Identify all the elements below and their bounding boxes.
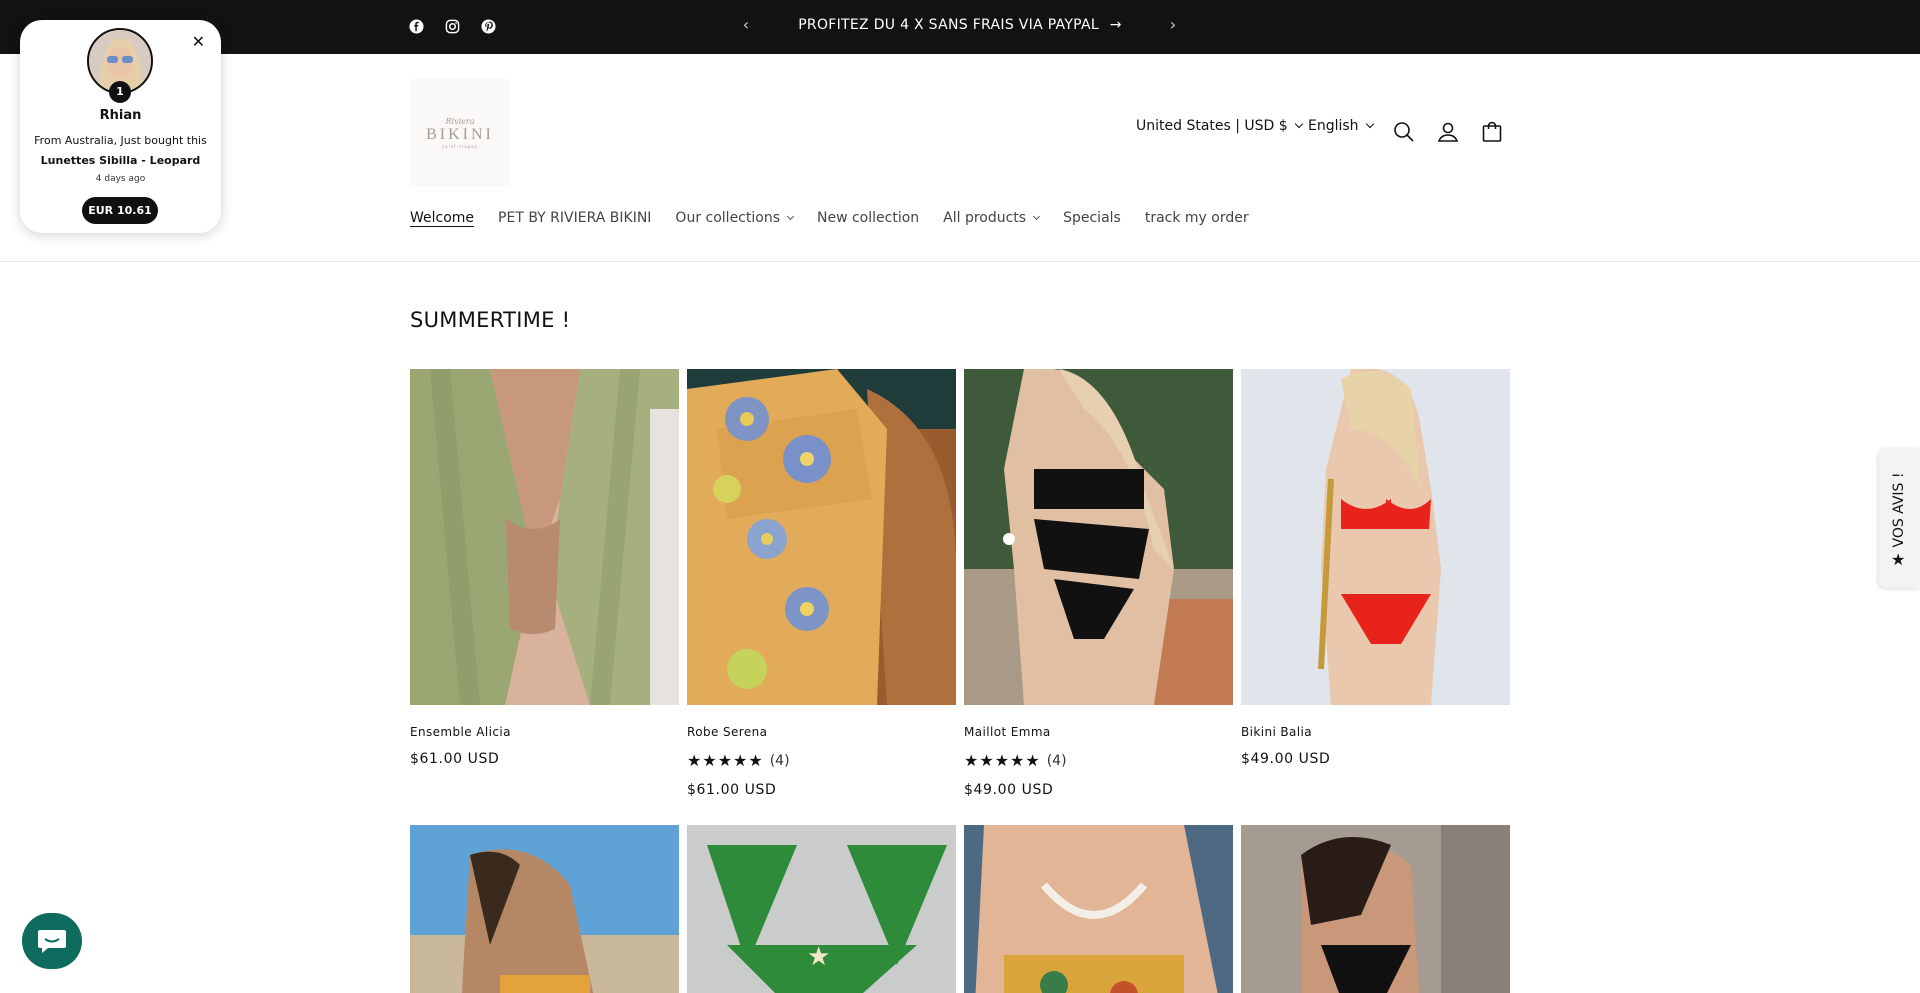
search-icon[interactable] (1392, 120, 1416, 144)
nav-item-label: All products (943, 210, 1027, 226)
product-card[interactable]: Maillot Emma ★★★★★ (4) $49.00 USD (964, 369, 1233, 798)
product-rating[interactable]: ★★★★★ (4) (687, 751, 956, 770)
product-image[interactable] (410, 825, 679, 993)
review-count: (4) (769, 752, 790, 769)
product-image[interactable] (687, 369, 956, 705)
product-price: $61.00 USD (410, 751, 500, 767)
nav-item-label: track my order (1144, 210, 1249, 226)
product-title[interactable]: Bikini Balia (1241, 725, 1510, 739)
reviews-tab-label: VOS AVIS ! (1891, 472, 1907, 548)
purchase-count-badge: 1 (109, 81, 131, 103)
product-image[interactable] (964, 369, 1233, 705)
product-title[interactable]: Robe Serena (687, 725, 956, 739)
product-card[interactable]: Ensemble Alicia $61.00 USD (410, 369, 679, 767)
section-title: SUMMERTIME ! (410, 308, 571, 332)
product-price: $61.00 USD (687, 782, 777, 798)
logo[interactable]: Riviera BIKINI saint-tropez (410, 79, 510, 187)
product-card[interactable]: Robe Serena ★★★★★ (4) $61.00 USD (687, 369, 956, 798)
next-announcement-button[interactable]: › (1163, 15, 1183, 34)
product-title[interactable]: Maillot Emma (964, 725, 1233, 739)
chat-icon (38, 930, 66, 953)
nav-item[interactable]: All products (943, 210, 1041, 226)
chevron-down-icon (1033, 212, 1041, 220)
chat-button[interactable] (22, 913, 82, 969)
announcement-message[interactable]: PROFITEZ DU 4 X SANS FRAIS VIA PAYPAL → (0, 17, 1920, 33)
language-selector[interactable]: English (1308, 118, 1374, 134)
product-image[interactable] (1241, 369, 1510, 705)
chevron-down-icon (1294, 119, 1303, 129)
product-rating[interactable]: ★★★★★ (4) (964, 751, 1233, 770)
purchased-product[interactable]: Lunettes Sibilla - Leopard (20, 154, 221, 167)
star-rating-icon: ★★★★★ (687, 751, 764, 770)
product-image[interactable]: ★ (687, 825, 956, 993)
close-icon[interactable]: ✕ (192, 32, 205, 51)
main-navigation: Welcome PET BY RIVIERA BIKINI Our collecti… (410, 210, 1273, 226)
nav-item-label: New collection (816, 210, 920, 226)
purchase-price-button[interactable]: EUR 10.61 (82, 197, 158, 224)
nav-item[interactable]: New collection (817, 210, 919, 226)
chevron-down-icon (1365, 119, 1374, 129)
svg-text:★: ★ (807, 942, 830, 972)
chevron-down-icon (786, 212, 795, 220)
nav-item-label: Our collections (675, 210, 780, 226)
arrow-right-icon: → (1109, 17, 1122, 33)
purchase-description: From Australia, Just bought this (34, 134, 207, 147)
cart-icon[interactable] (1480, 120, 1504, 144)
star-icon: ★ (1891, 550, 1906, 569)
account-icon[interactable] (1436, 120, 1460, 144)
nav-item[interactable]: track my order (1145, 210, 1249, 226)
nav-item[interactable]: PET BY RIVIERA BIKINI (498, 210, 651, 226)
nav-item[interactable]: Welcome (410, 210, 474, 226)
nav-item-label: Welcome (410, 210, 475, 226)
announcement-bar: PROFITEZ DU 4 X SANS FRAIS VIA PAYPAL → … (0, 0, 1920, 54)
previous-announcement-button[interactable]: ‹ (736, 15, 756, 34)
reviews-tab[interactable]: VOS AVIS ! ★ (1879, 448, 1920, 588)
product-title[interactable]: Ensemble Alicia (410, 725, 679, 739)
nav-item-label: Specials (1063, 210, 1121, 226)
product-price: $49.00 USD (964, 782, 1054, 798)
product-image[interactable] (1241, 825, 1510, 993)
review-count: (4) (1046, 752, 1067, 769)
nav-item-label: PET BY RIVIERA BIKINI (498, 210, 652, 226)
product-image[interactable] (410, 369, 679, 705)
recent-purchase-popup[interactable]: ✕ 1 Rhian From Australia, Just bought th… (20, 20, 221, 233)
nav-item[interactable]: Our collections (675, 210, 795, 226)
nav-item[interactable]: Specials (1063, 210, 1121, 226)
product-image[interactable] (964, 825, 1233, 993)
purchase-time: 4 days ago (95, 174, 146, 184)
site-header: Riviera BIKINI saint-tropez United State… (0, 54, 1920, 262)
product-card[interactable]: Bikini Balia $49.00 USD (1241, 369, 1510, 767)
country-selector[interactable]: United States | USD $ (1136, 118, 1303, 134)
buyer-name: Rhian (99, 108, 142, 123)
product-price: $49.00 USD (1241, 751, 1331, 767)
star-rating-icon: ★★★★★ (964, 751, 1041, 770)
